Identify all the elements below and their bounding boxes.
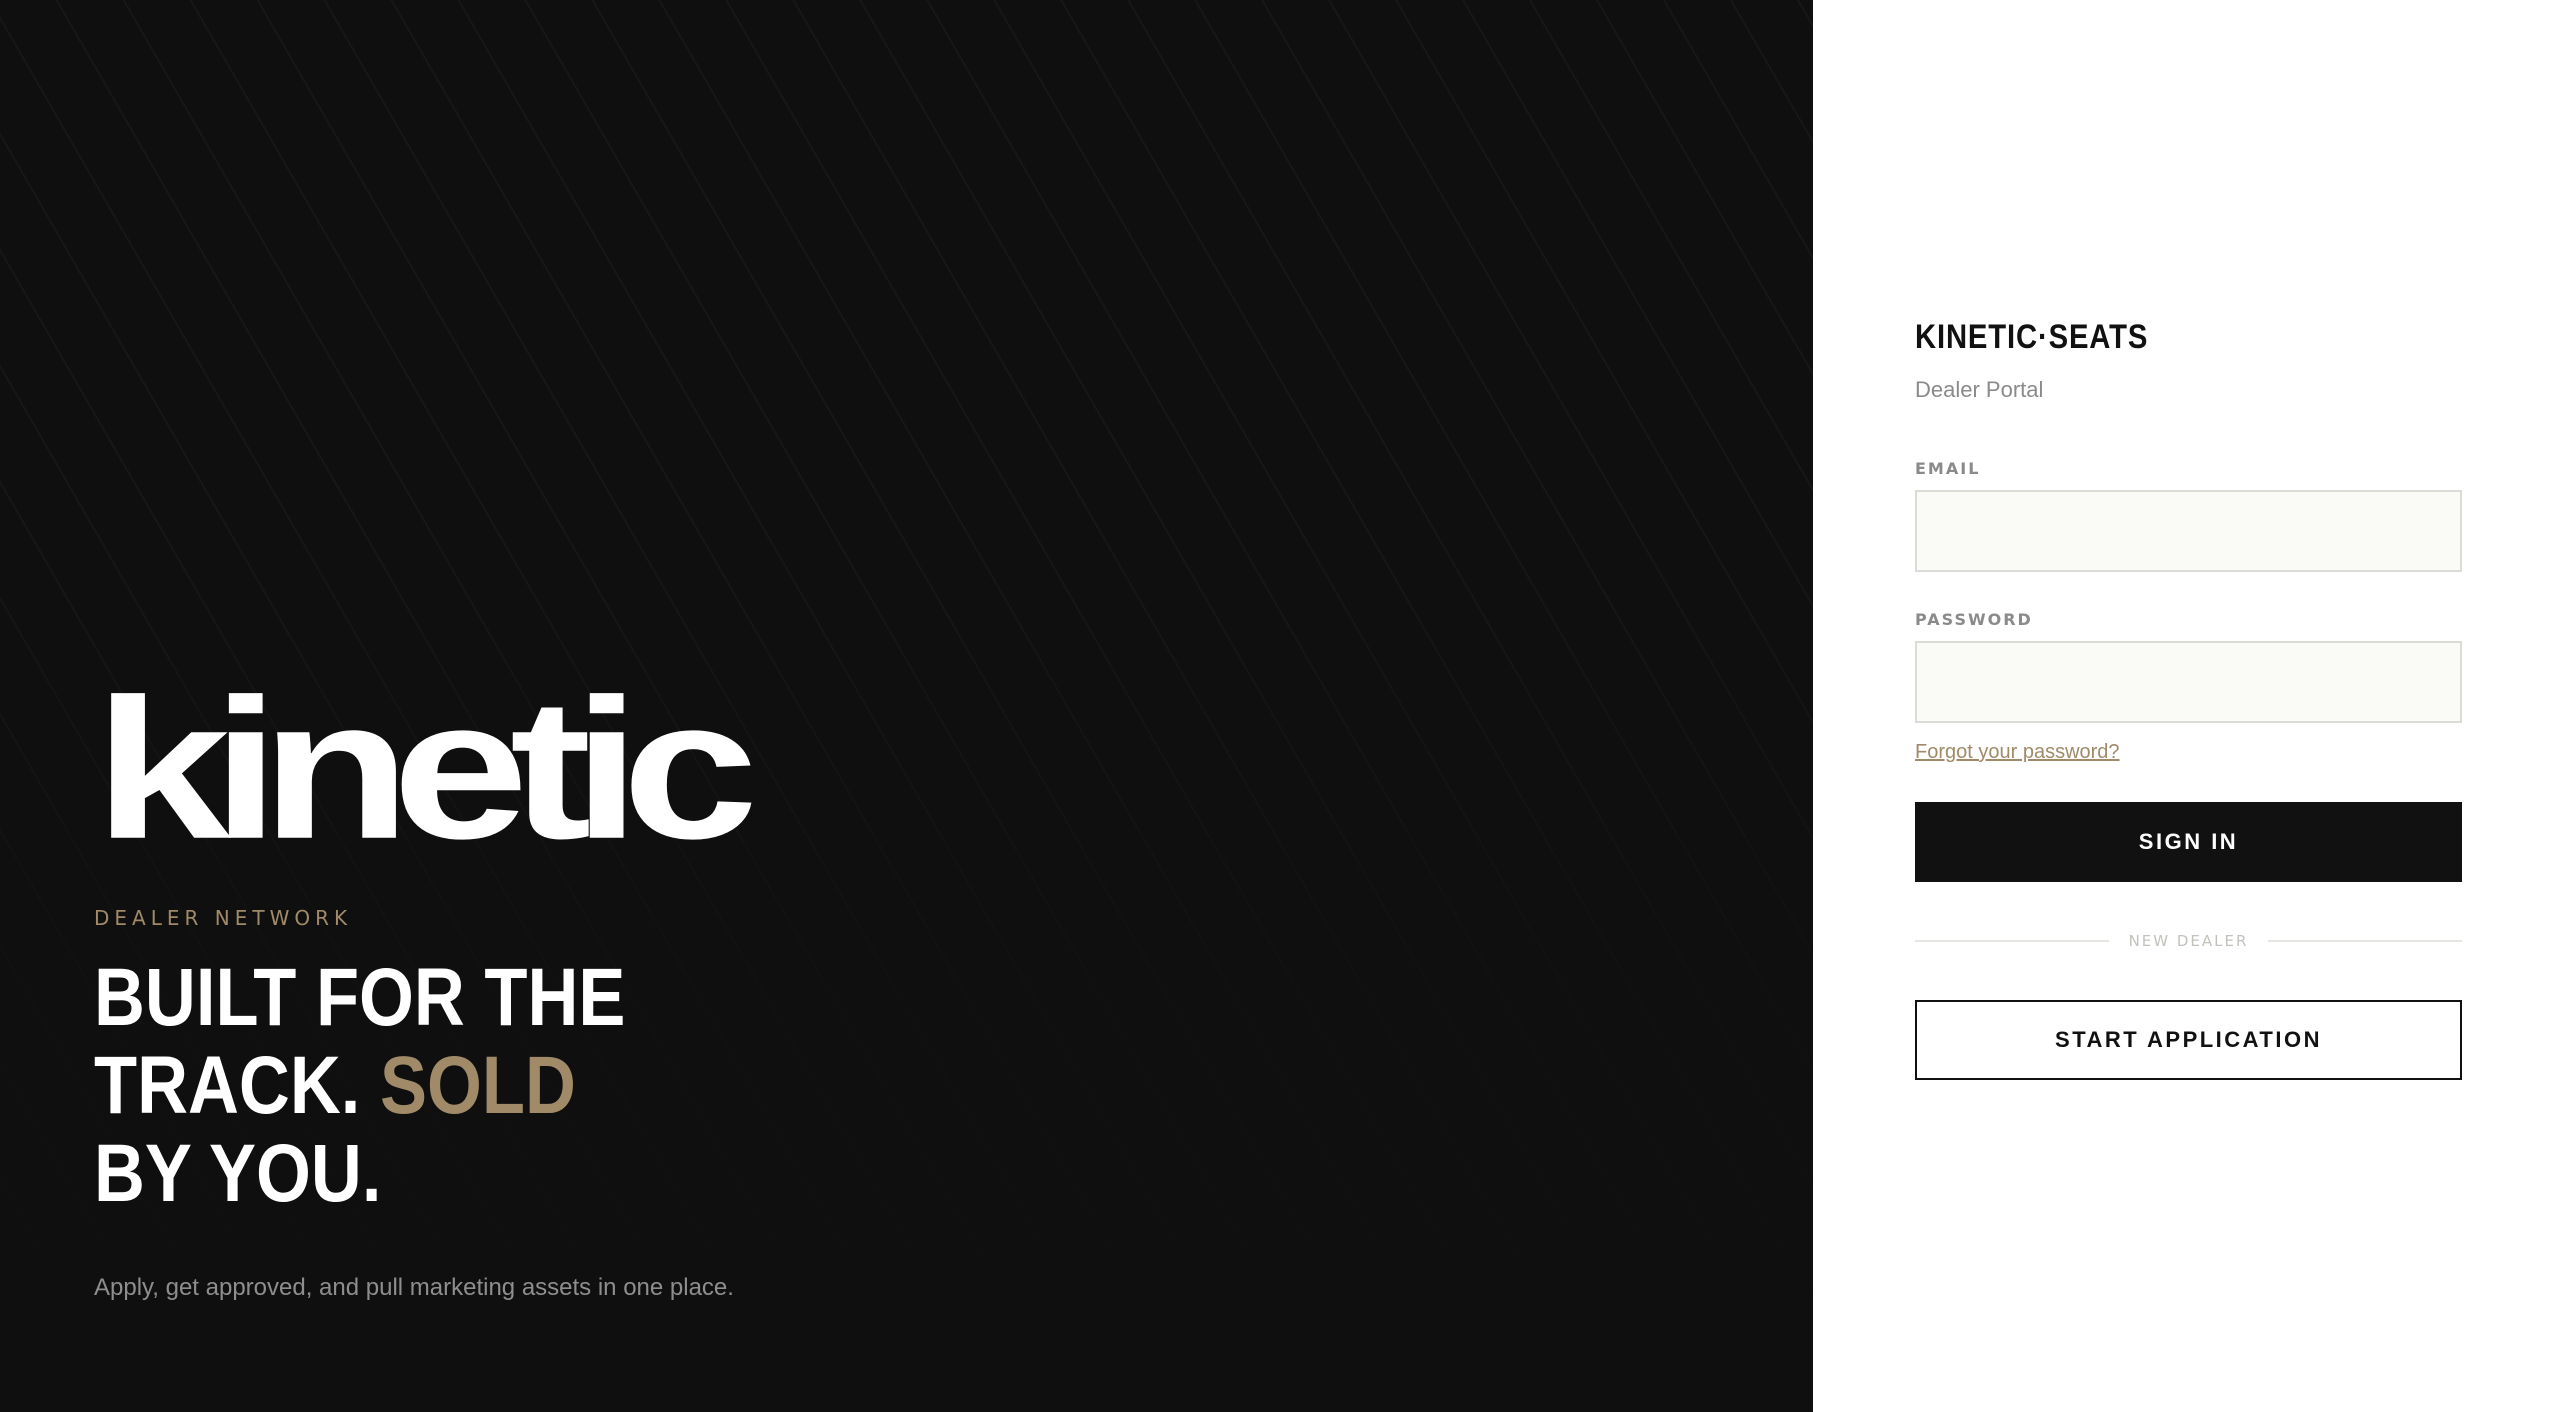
auth-panel: KINETIC·SEATS Dealer Portal EMAIL PASSWO… bbox=[1813, 0, 2560, 1412]
password-field[interactable] bbox=[1915, 641, 2462, 723]
hero-eyebrow: DEALER NETWORK bbox=[94, 906, 353, 930]
start-application-button[interactable]: START APPLICATION bbox=[1915, 1000, 2462, 1080]
email-field[interactable] bbox=[1915, 490, 2462, 572]
hero-headline: BUILT FOR THE TRACK. SOLD BY YOU. bbox=[94, 954, 644, 1218]
sign-in-button[interactable]: SIGN IN bbox=[1915, 802, 2462, 882]
password-label: PASSWORD bbox=[1915, 610, 2033, 629]
new-dealer-divider: NEW DEALER bbox=[1915, 932, 2462, 950]
forgot-password-link[interactable]: Forgot your password? bbox=[1915, 741, 2120, 764]
hero-content: kinetic DEALER NETWORK BUILT FOR THE TRA… bbox=[94, 670, 1094, 1302]
hero-panel: kinetic DEALER NETWORK BUILT FOR THE TRA… bbox=[0, 0, 1813, 1412]
headline-line-1: BUILT FOR THE bbox=[94, 952, 626, 1043]
hero-tagline: Apply, get approved, and pull marketing … bbox=[94, 1274, 734, 1301]
headline-line-2-prefix: TRACK. bbox=[94, 1040, 380, 1131]
kinetic-wordmark-logo: kinetic bbox=[94, 657, 759, 881]
email-label: EMAIL bbox=[1915, 459, 1981, 478]
divider-rule-left bbox=[1915, 940, 2109, 942]
headline-line-2: TRACK. SOLD bbox=[94, 1042, 644, 1130]
brand-logo: KINETIC·SEATS bbox=[1915, 318, 2149, 356]
headline-line-3: BY YOU. bbox=[94, 1128, 382, 1219]
login-page: kinetic DEALER NETWORK BUILT FOR THE TRA… bbox=[0, 0, 2560, 1412]
divider-rule-right bbox=[2268, 940, 2462, 942]
divider-label: NEW DEALER bbox=[2128, 932, 2249, 950]
headline-accent-word: SOLD bbox=[379, 1040, 576, 1131]
portal-subtitle: Dealer Portal bbox=[1915, 377, 2044, 402]
sign-in-form: KINETIC·SEATS Dealer Portal EMAIL PASSWO… bbox=[1915, 318, 2462, 1080]
